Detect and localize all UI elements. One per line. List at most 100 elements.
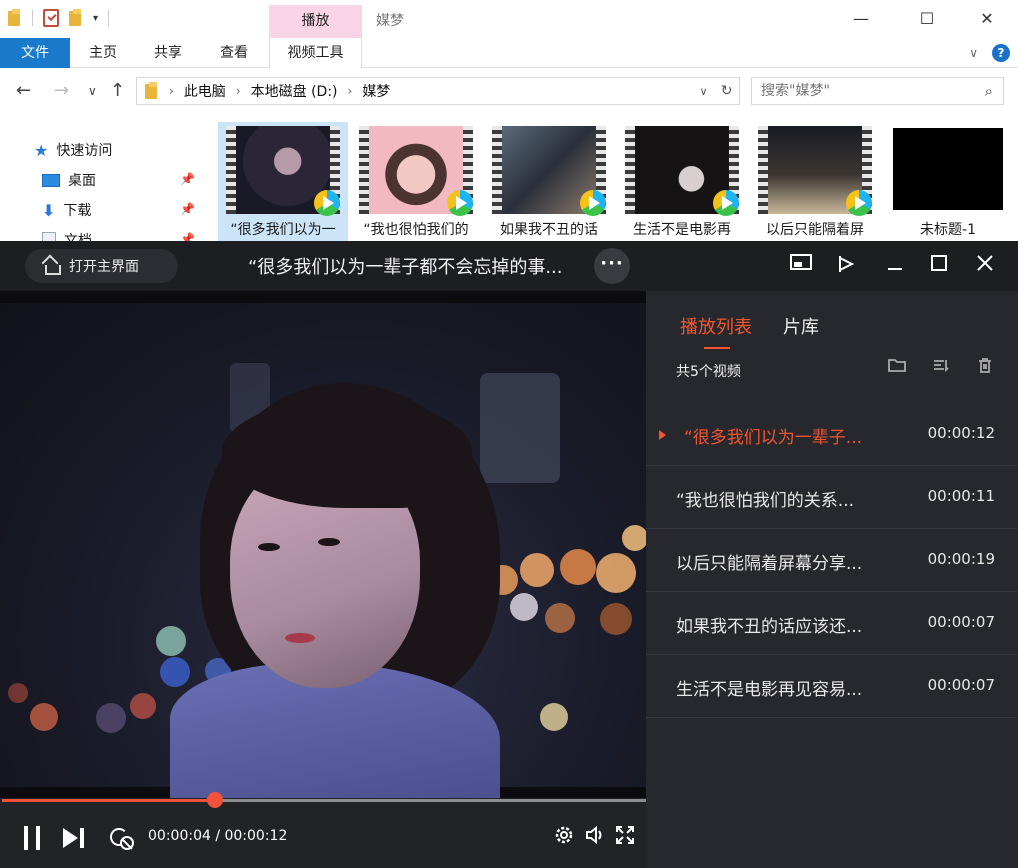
- pin-icon: 📌: [180, 172, 195, 186]
- player-titlebar: 打开主界面 “很多我们以为一辈子都不会忘掉的事... ···: [0, 241, 1018, 291]
- chevron-down-icon[interactable]: ∨: [700, 85, 708, 98]
- file-item[interactable]: 以后只能隔着屏: [750, 122, 880, 242]
- file-name: 如果我不丑的话: [500, 222, 598, 238]
- folder-icon[interactable]: [8, 9, 22, 27]
- search-icon[interactable]: ⌕: [985, 82, 993, 100]
- player-badge-icon: [713, 190, 739, 216]
- open-folder-icon[interactable]: [888, 357, 906, 377]
- player-badge-icon: [447, 190, 473, 216]
- file-item[interactable]: 未标题-1: [883, 122, 1013, 242]
- seek-bar[interactable]: [0, 792, 646, 808]
- playlist-item[interactable]: 如果我不丑的话应该还... 00:00:07: [646, 592, 1018, 655]
- playlist-item-title: 以后只能隔着屏幕分享...: [676, 554, 863, 574]
- volume-icon[interactable]: [584, 824, 606, 851]
- loop-mode-icon[interactable]: [108, 826, 136, 852]
- breadcrumb-folder[interactable]: 媒梦: [362, 81, 390, 101]
- subject-bangs: [222, 398, 472, 508]
- player-badge-icon: [580, 190, 606, 216]
- breadcrumb-drive[interactable]: 本地磁盘 (D:): [251, 81, 338, 101]
- forward-icon[interactable]: →: [54, 80, 69, 101]
- more-options-button[interactable]: ···: [594, 248, 630, 284]
- recent-locations-icon[interactable]: ∨: [88, 84, 97, 98]
- properties-icon[interactable]: [43, 9, 59, 27]
- expand-ribbon-icon[interactable]: ∨: [969, 46, 978, 60]
- context-tab-header: 播放: [269, 5, 362, 38]
- pin-on-top-icon[interactable]: [834, 253, 860, 279]
- tab-share[interactable]: 共享: [140, 38, 196, 68]
- maximize-icon[interactable]: ☐: [904, 0, 950, 38]
- next-track-icon[interactable]: [63, 828, 85, 848]
- back-icon[interactable]: ←: [16, 80, 31, 101]
- file-item[interactable]: “很多我们以为一: [218, 122, 348, 242]
- playlist-item-title: 生活不是电影再见容易...: [676, 680, 863, 700]
- sidebar-item-label: 下载: [63, 203, 92, 219]
- sort-icon[interactable]: [932, 357, 950, 377]
- playlist-item-duration: 00:00:12: [927, 424, 995, 442]
- file-item[interactable]: 生活不是电影再: [617, 122, 747, 242]
- sidebar-item-quick-access[interactable]: ★ 快速访问: [34, 138, 112, 162]
- sidebar-item-downloads[interactable]: ⬇ 下载: [42, 198, 91, 222]
- mini-mode-icon[interactable]: [788, 253, 814, 279]
- new-folder-icon[interactable]: [69, 9, 83, 27]
- search-input[interactable]: [752, 78, 962, 104]
- trash-icon[interactable]: [976, 357, 994, 377]
- close-icon[interactable]: ✕: [964, 0, 1010, 38]
- tab-file[interactable]: 文件: [0, 38, 70, 68]
- home-icon: [43, 259, 61, 275]
- tab-library[interactable]: 片库: [783, 313, 819, 339]
- help-icon[interactable]: ?: [992, 44, 1010, 62]
- tab-playlist[interactable]: 播放列表: [680, 313, 752, 349]
- file-item[interactable]: 如果我不丑的话: [484, 122, 614, 242]
- video-player-window: 打开主界面 “很多我们以为一辈子都不会忘掉的事... ··· 00:00:04 …: [0, 241, 1018, 868]
- up-icon[interactable]: ↑: [110, 80, 125, 101]
- chevron-right-icon[interactable]: ›: [236, 84, 241, 98]
- folder-icon: [145, 82, 159, 100]
- customize-toolbar-icon[interactable]: ▾: [93, 13, 98, 24]
- video-viewport[interactable]: [0, 291, 646, 798]
- search-box: ⌕: [751, 77, 1004, 105]
- file-name: 以后只能隔着屏: [766, 222, 864, 238]
- playlist-item[interactable]: 以后只能隔着屏幕分享... 00:00:19: [646, 529, 1018, 592]
- chevron-right-icon[interactable]: ›: [169, 84, 174, 98]
- tab-video-tools[interactable]: 视频工具: [269, 38, 362, 68]
- sidebar-item-desktop[interactable]: 桌面: [42, 168, 96, 192]
- tab-home[interactable]: 主页: [76, 38, 130, 68]
- minimize-icon[interactable]: [882, 253, 908, 279]
- address-bar[interactable]: › 此电脑 › 本地磁盘 (D:) › 媒梦 ∨ ↻: [136, 77, 740, 105]
- playlist-item-title: “我也很怕我们的关系...: [676, 491, 855, 511]
- sidebar-item-label: 快速访问: [56, 143, 113, 159]
- settings-icon[interactable]: [553, 824, 575, 851]
- tab-view[interactable]: 查看: [206, 38, 262, 68]
- pause-icon[interactable]: [22, 826, 42, 850]
- playlist-item-title: “很多我们以为一辈子...: [684, 428, 863, 448]
- minimize-icon[interactable]: —: [838, 0, 884, 38]
- address-controls: ∨ ↻: [693, 78, 739, 104]
- toolbar-divider: [108, 10, 110, 26]
- fullscreen-icon[interactable]: [614, 824, 636, 851]
- open-main-label: 打开主界面: [69, 259, 139, 275]
- file-name: 未标题-1: [920, 222, 976, 238]
- player-badge-icon: [846, 190, 872, 216]
- refresh-icon[interactable]: ↻: [721, 83, 733, 99]
- pin-icon: 📌: [180, 202, 195, 216]
- toolbar-divider: [32, 10, 33, 26]
- open-main-button[interactable]: 打开主界面: [25, 249, 178, 283]
- file-name: 生活不是电影再: [633, 222, 731, 238]
- playlist-item[interactable]: 生活不是电影再见容易... 00:00:07: [646, 655, 1018, 718]
- file-item[interactable]: “我也很怕我们的: [351, 122, 481, 242]
- video-thumbnail: [893, 128, 1003, 210]
- playlist-item-duration: 00:00:07: [927, 613, 995, 631]
- playback-controls: 00:00:04 / 00:00:12: [0, 806, 646, 868]
- close-icon[interactable]: [972, 253, 998, 279]
- playlist-item-duration: 00:00:07: [927, 676, 995, 694]
- file-name: “我也很怕我们的: [363, 222, 469, 238]
- breadcrumb-this-pc[interactable]: 此电脑: [184, 81, 226, 101]
- maximize-icon[interactable]: [926, 253, 952, 279]
- download-icon: ⬇: [42, 200, 56, 220]
- desktop-icon: [42, 173, 60, 187]
- playlist-item-current[interactable]: “很多我们以为一辈子... 00:00:12: [646, 403, 1018, 466]
- ribbon-right-controls: ∨ ?: [969, 44, 1010, 62]
- playlist-item[interactable]: “我也很怕我们的关系... 00:00:11: [646, 466, 1018, 529]
- player-badge-icon: [314, 190, 340, 216]
- chevron-right-icon[interactable]: ›: [348, 84, 353, 98]
